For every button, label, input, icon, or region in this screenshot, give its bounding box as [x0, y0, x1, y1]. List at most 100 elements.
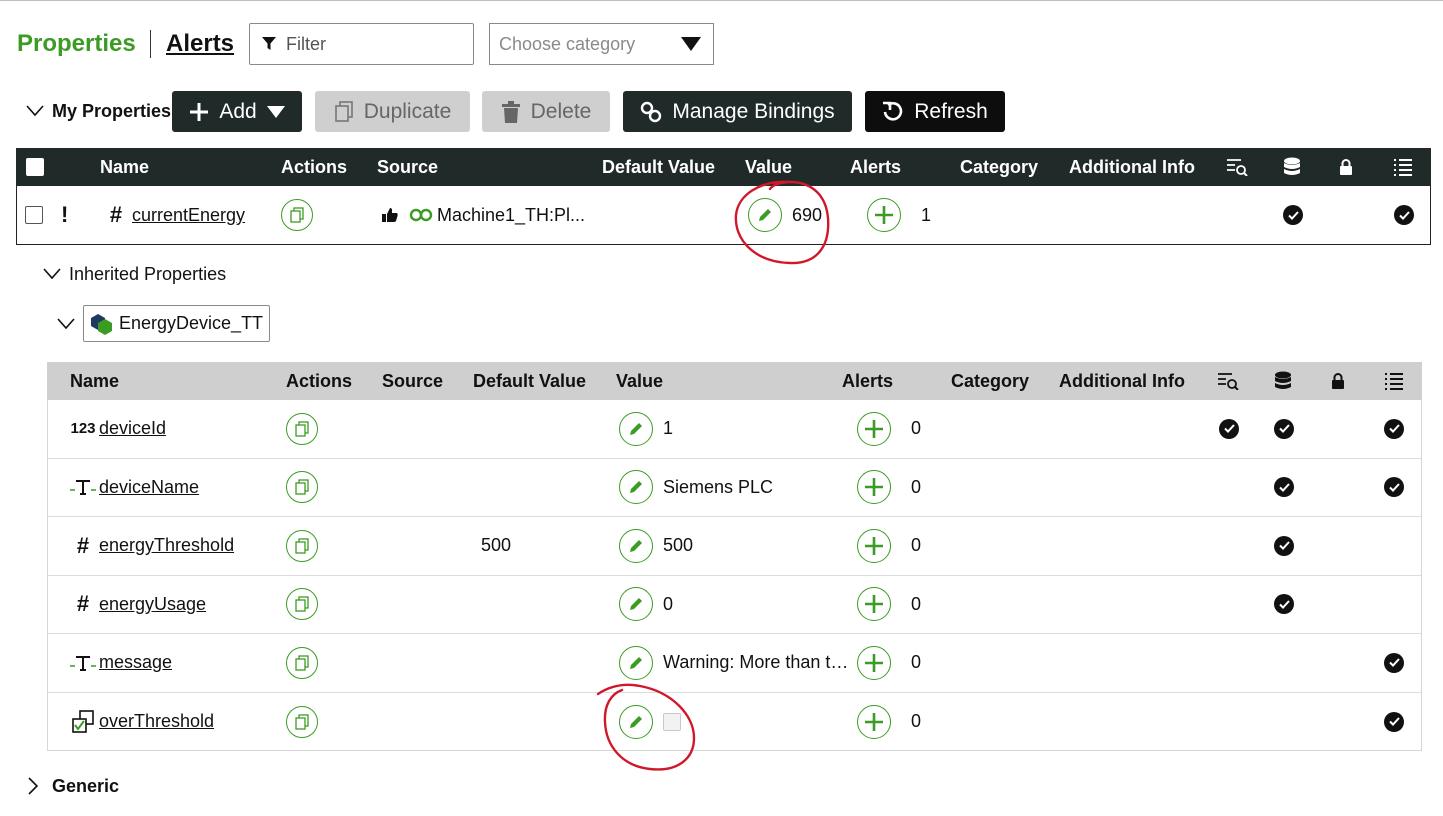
select-all-checkbox[interactable] [26, 158, 44, 176]
col-source[interactable]: Source [382, 362, 443, 400]
generic-section-toggle[interactable]: Generic [28, 774, 119, 798]
tab-properties[interactable]: Properties [17, 30, 136, 58]
add-alert-icon[interactable] [857, 645, 891, 680]
persistent-database-icon[interactable] [1283, 148, 1301, 186]
refresh-icon [883, 101, 903, 121]
generic-section-label: Generic [52, 775, 120, 796]
table-row[interactable]: deviceName Siemens PLC 0 [48, 459, 1421, 517]
col-source[interactable]: Source [377, 148, 438, 186]
integer-icon: 123 [70, 420, 96, 438]
my-properties-toggle[interactable]: My Properties [26, 98, 171, 124]
remote-list-icon[interactable] [1384, 362, 1404, 400]
tab-divider [150, 30, 151, 58]
property-name-link[interactable]: energyThreshold [99, 535, 234, 556]
property-name-link[interactable]: energyUsage [99, 594, 206, 615]
property-name-link[interactable]: currentEnergy [132, 205, 245, 226]
edit-value-icon[interactable] [748, 198, 782, 232]
col-value[interactable]: Value [745, 148, 792, 186]
copy-actions-icon[interactable] [286, 412, 318, 445]
property-name-link[interactable]: deviceName [99, 477, 199, 498]
edit-value-icon[interactable] [619, 704, 653, 739]
table-row[interactable]: ! # currentEnergy Machine1_TH:Pl... 690 … [16, 186, 1431, 245]
edit-value-icon[interactable] [619, 528, 653, 563]
property-value: Siemens PLC [663, 476, 774, 497]
col-default-value[interactable]: Default Value [473, 362, 586, 400]
property-value: 1 [663, 418, 674, 439]
add-button[interactable]: Add [172, 91, 302, 132]
col-value[interactable]: Value [616, 362, 663, 400]
alerts-count: 0 [911, 593, 922, 614]
property-value: Warning: More than t… [663, 652, 849, 673]
row-checkbox[interactable] [25, 206, 43, 224]
edit-value-icon[interactable] [619, 587, 653, 622]
copy-actions-icon[interactable] [281, 199, 313, 231]
default-value: 500 [481, 535, 512, 556]
readonly-lock-icon[interactable] [1339, 148, 1353, 186]
col-category[interactable]: Category [960, 148, 1038, 186]
refresh-button[interactable]: Refresh [865, 91, 1005, 132]
table-row[interactable]: # energyThreshold 500 500 0 [48, 517, 1421, 576]
link-icon [641, 101, 662, 122]
property-name-link[interactable]: overThreshold [99, 711, 214, 732]
copy-actions-icon[interactable] [286, 471, 318, 504]
number-hash-icon: # [109, 202, 123, 227]
col-name[interactable]: Name [100, 148, 149, 186]
add-alert-icon[interactable] [857, 528, 891, 563]
checkmark-icon [1283, 205, 1303, 225]
duplicate-button[interactable]: Duplicate [315, 91, 470, 132]
checkmark-icon [1384, 418, 1404, 439]
col-alerts[interactable]: Alerts [842, 362, 893, 400]
chevron-down-icon[interactable] [57, 317, 75, 330]
copy-actions-icon[interactable] [286, 588, 318, 621]
persistent-database-icon[interactable] [1274, 362, 1292, 400]
thing-template-chip[interactable]: EnergyDevice_TT [83, 305, 271, 342]
logged-icon[interactable] [1226, 148, 1248, 186]
add-alert-icon[interactable] [867, 198, 901, 232]
delete-button[interactable]: Delete [482, 91, 610, 132]
checkmark-icon [1274, 418, 1294, 439]
binding-link-icon [409, 208, 433, 222]
add-alert-icon[interactable] [857, 587, 891, 622]
table-row[interactable]: # energyUsage 0 0 [48, 576, 1421, 634]
col-additional-info[interactable]: Additional Info [1069, 148, 1195, 186]
property-name-link[interactable]: message [99, 652, 172, 673]
table-row[interactable]: message Warning: More than t… 0 [48, 634, 1421, 693]
tab-alerts[interactable]: Alerts [166, 30, 234, 58]
trash-icon [501, 100, 520, 123]
table-row[interactable]: 123 deviceId 1 0 [48, 400, 1421, 459]
inherited-properties-toggle[interactable]: Inherited Properties [43, 262, 226, 286]
edit-value-icon[interactable] [619, 645, 653, 680]
copy-actions-icon[interactable] [286, 705, 318, 738]
select-all-checkbox-cell[interactable] [26, 148, 44, 186]
add-alert-icon[interactable] [857, 411, 891, 446]
remote-list-icon[interactable] [1393, 148, 1413, 186]
copy-actions-icon[interactable] [286, 646, 318, 679]
checkmark-icon [1384, 477, 1404, 498]
edit-value-icon[interactable] [619, 411, 653, 446]
col-name[interactable]: Name [70, 362, 119, 400]
table-row[interactable]: overThreshold 0 [48, 693, 1421, 752]
add-alert-icon[interactable] [857, 704, 891, 739]
thing-template-group: EnergyDevice_TT [57, 305, 271, 342]
filter-input[interactable]: Filter [249, 23, 474, 65]
alerts-count: 0 [911, 418, 922, 439]
alerts-count: 0 [911, 711, 922, 732]
manage-bindings-button[interactable]: Manage Bindings [623, 91, 852, 132]
category-select[interactable]: Choose category [489, 23, 714, 65]
col-alerts[interactable]: Alerts [850, 148, 901, 186]
copy-actions-icon[interactable] [286, 529, 318, 562]
edit-value-icon[interactable] [619, 470, 653, 505]
string-icon [70, 654, 96, 672]
readonly-lock-icon[interactable] [1331, 362, 1345, 400]
logged-icon[interactable] [1217, 362, 1239, 400]
alerts-count: 0 [911, 476, 922, 497]
add-alert-icon[interactable] [857, 470, 891, 505]
value-checkbox[interactable] [663, 712, 681, 731]
col-default-value[interactable]: Default Value [602, 148, 715, 186]
alerts-count: 0 [911, 652, 922, 673]
top-border [0, 0, 1443, 1]
property-name-link[interactable]: deviceId [99, 418, 166, 439]
col-additional-info[interactable]: Additional Info [1059, 362, 1185, 400]
col-category[interactable]: Category [951, 362, 1029, 400]
checkmark-icon [1274, 477, 1294, 498]
